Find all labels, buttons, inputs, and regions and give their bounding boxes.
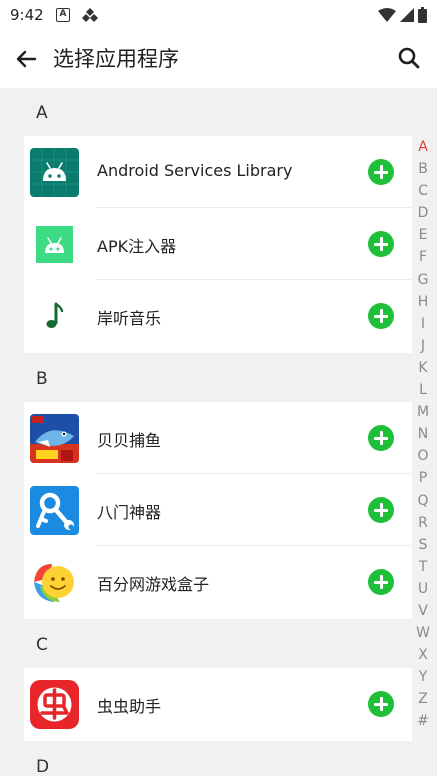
index-letter-i[interactable]: I [412,313,434,335]
index-letter-z[interactable]: Z [412,688,434,710]
list-item[interactable]: 虫虫助手 [24,668,412,740]
list-item[interactable]: Android Services Library [24,136,412,208]
index-letter-h[interactable]: H [412,291,434,313]
index-letter-p[interactable]: P [412,467,434,489]
index-letter-g[interactable]: G [412,269,434,291]
list-item[interactable]: 岸听音乐 [24,280,412,352]
search-icon[interactable] [396,45,422,71]
key-wrench-icon [30,486,79,535]
app-list[interactable]: A Android Services Library A PK注入器 岸听音乐 B… [0,88,437,776]
list-item[interactable]: 贝贝捕鱼 [24,402,412,474]
index-letter-k[interactable]: K [412,357,434,379]
index-letter-d[interactable]: D [412,202,434,224]
list-item[interactable]: 百分网游戏盒子 [24,546,412,618]
status-right [378,7,427,23]
app-name: 虫虫助手 [97,697,162,716]
index-letter-t[interactable]: T [412,556,434,578]
index-letter-w[interactable]: W [412,622,434,644]
fishing-game-icon [30,414,79,463]
index-letter-f[interactable]: F [412,246,434,268]
index-letter-u[interactable]: U [412,578,434,600]
index-letter-m[interactable]: M [412,401,434,423]
notification-a-icon: A [56,8,70,22]
add-button[interactable] [368,569,394,595]
section-header-b: B [36,369,48,389]
notification-diamond-icon [82,8,98,22]
index-letter-q[interactable]: Q [412,490,434,512]
index-letter-s[interactable]: S [412,534,434,556]
add-button[interactable] [368,303,394,329]
bug-assistant-icon [30,680,79,729]
add-button[interactable] [368,159,394,185]
status-bar: 9:42 A [0,0,437,30]
page-title: 选择应用程序 [53,47,179,71]
smiley-gamebox-icon [30,558,79,607]
wifi-icon [378,8,396,22]
arrow-left-icon[interactable] [12,45,40,73]
app-name: 岸听音乐 [97,309,162,328]
index-letter-y[interactable]: Y [412,666,434,688]
app-name: Android Services Library [97,161,293,180]
add-button[interactable] [368,691,394,717]
index-letter-hash[interactable]: # [412,710,434,732]
add-button[interactable] [368,231,394,257]
app-name: 贝贝捕鱼 [97,431,162,450]
index-letter-a[interactable]: A [412,136,434,158]
signal-icon [400,8,414,22]
battery-icon [418,7,427,23]
index-letter-o[interactable]: O [412,445,434,467]
index-letter-n[interactable]: N [412,423,434,445]
index-letter-r[interactable]: R [412,512,434,534]
android-icon-green [36,226,73,263]
list-item[interactable]: APK注入器 [24,208,412,280]
index-letter-l[interactable]: L [412,379,434,401]
add-button[interactable] [368,497,394,523]
alphabet-index-bar[interactable]: A B C D E F G H I J K L M N O P Q R S T … [412,136,434,733]
app-name: 八门神器 [97,503,162,522]
section-card-a: Android Services Library APK注入器 岸听音乐 [24,136,412,353]
section-header-c: C [36,635,48,655]
section-card-c: 虫虫助手 [24,668,412,741]
add-button[interactable] [368,425,394,451]
section-header-a: A [36,103,48,123]
index-letter-b[interactable]: B [412,158,434,180]
section-card-b: 贝贝捕鱼 八门神器 百分网游戏盒子 [24,402,412,619]
index-letter-c[interactable]: C [412,180,434,202]
section-header-d: D [36,757,50,776]
index-letter-e[interactable]: E [412,224,434,246]
index-letter-x[interactable]: X [412,644,434,666]
music-note-icon [30,292,79,341]
status-time: 9:42 [10,6,44,24]
android-icon-dark [30,148,79,197]
app-bar: 选择应用程序 [0,30,437,88]
list-item[interactable]: 八门神器 [24,474,412,546]
app-name: APK注入器 [97,237,177,256]
app-name: 百分网游戏盒子 [97,575,210,594]
index-letter-v[interactable]: V [412,600,434,622]
index-letter-j[interactable]: J [412,335,434,357]
